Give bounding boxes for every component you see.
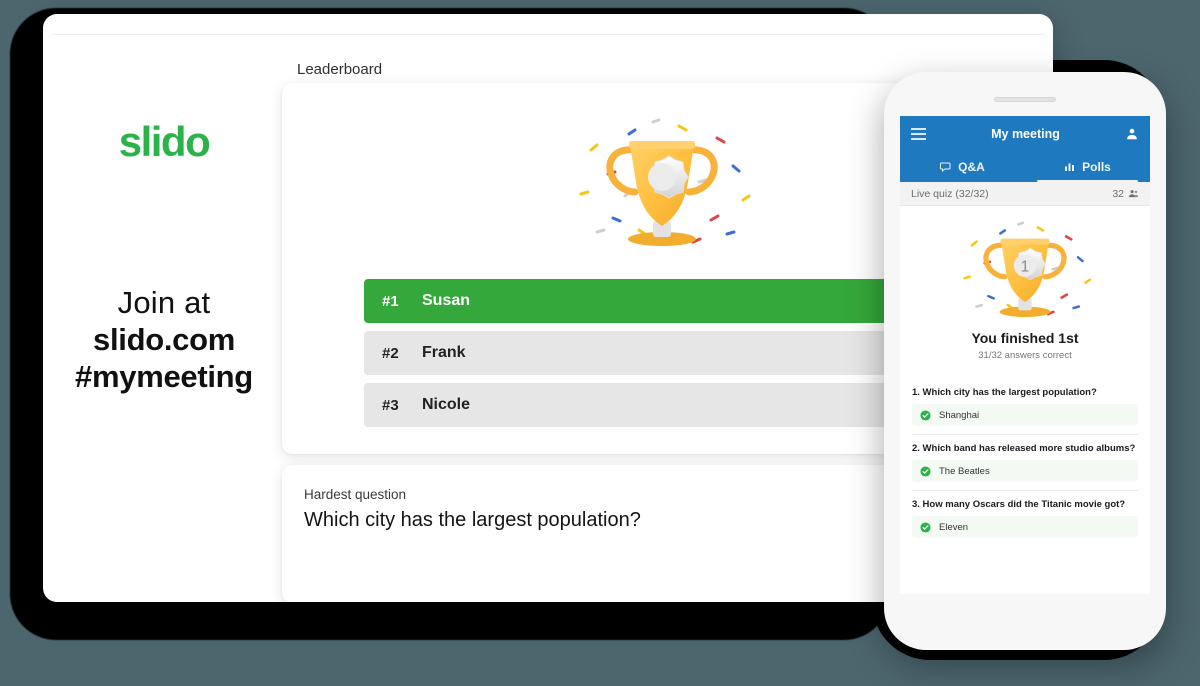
answer-row: Eleven (912, 516, 1138, 538)
bar-chart-icon (1065, 163, 1075, 171)
participant-count-group: 32 (1112, 188, 1139, 200)
result-headline: You finished 1st (971, 330, 1079, 346)
player-name: Frank (422, 344, 466, 361)
hardest-question-label: Hardest question (304, 487, 407, 502)
question-text: 1. Which city has the largest population… (912, 387, 1097, 398)
app-title: My meeting (991, 127, 1060, 141)
tab-polls[interactable]: Polls (1025, 152, 1150, 182)
answer-row: Shanghai (912, 404, 1138, 426)
answer-text: Eleven (939, 521, 969, 533)
slido-logo: slido (118, 118, 211, 165)
hamburger-menu-icon[interactable] (911, 128, 926, 140)
list-item[interactable]: 1. Which city has the largest population… (912, 387, 1138, 435)
tab-bar: Q&A Polls (900, 152, 1150, 182)
join-instructions: Join at slido.com #mymeeting (75, 285, 253, 395)
check-circle-icon (920, 521, 931, 533)
answer-text: Shanghai (939, 409, 980, 421)
hardest-question-text: Which city has the largest population? (304, 509, 641, 531)
check-circle-icon (920, 465, 931, 477)
rank-label: #3 (382, 396, 399, 414)
tab-polls-label: Polls (1082, 160, 1111, 174)
quiz-label: Live quiz (32/32) (911, 187, 989, 200)
question-text: 3. How many Oscars did the Titanic movie… (912, 499, 1126, 510)
answer-text: The Beatles (939, 465, 990, 477)
trophy-rank-badge: 1 (1021, 258, 1030, 275)
person-icon[interactable] (1125, 127, 1139, 141)
check-circle-icon (920, 409, 931, 421)
list-item[interactable]: 3. How many Oscars did the Titanic movie… (912, 499, 1138, 546)
answer-row: The Beatles (912, 460, 1138, 482)
leaderboard-heading: Leaderboard (297, 61, 383, 78)
rank-label: #1 (382, 292, 399, 310)
result-subline: 31/32 answers correct (978, 350, 1072, 361)
phone-trophy-illustration: 1 (902, 212, 1148, 328)
join-hashtag: #mymeeting (75, 358, 253, 394)
participant-count: 32 (1112, 187, 1124, 200)
chat-bubble-icon (940, 162, 951, 173)
answered-questions-list: 1. Which city has the largest population… (902, 387, 1148, 546)
phone-content: 1 You finished 1st 31/32 answers correct… (900, 212, 1150, 546)
question-text: 2. Which band has released more studio a… (912, 443, 1136, 454)
trophy-icon (579, 118, 751, 246)
app-bar: My meeting (900, 116, 1150, 152)
player-name: Susan (422, 292, 471, 309)
phone-screen: My meeting Q&A Polls Live quiz (32/32) 3… (900, 116, 1150, 594)
quiz-status-bar: Live quiz (32/32) 32 (900, 182, 1150, 206)
people-icon (1128, 190, 1139, 198)
tab-qa-label: Q&A (958, 160, 985, 174)
rank-label: #2 (382, 344, 399, 362)
player-name: Nicole (422, 396, 471, 413)
phone-device: My meeting Q&A Polls Live quiz (32/32) 3… (884, 72, 1166, 650)
list-item[interactable]: 2. Which band has released more studio a… (912, 443, 1138, 491)
trophy-icon: 1 (963, 221, 1092, 318)
brand-rail: slido Join at slido.com #mymeeting (48, 35, 280, 602)
join-at-label: Join at (117, 285, 211, 320)
scene: slido Join at slido.com #mymeeting Leade… (0, 0, 1200, 686)
join-url: slido.com (93, 321, 235, 357)
tab-qa[interactable]: Q&A (900, 152, 1025, 182)
phone-speaker-grille (994, 97, 1056, 102)
